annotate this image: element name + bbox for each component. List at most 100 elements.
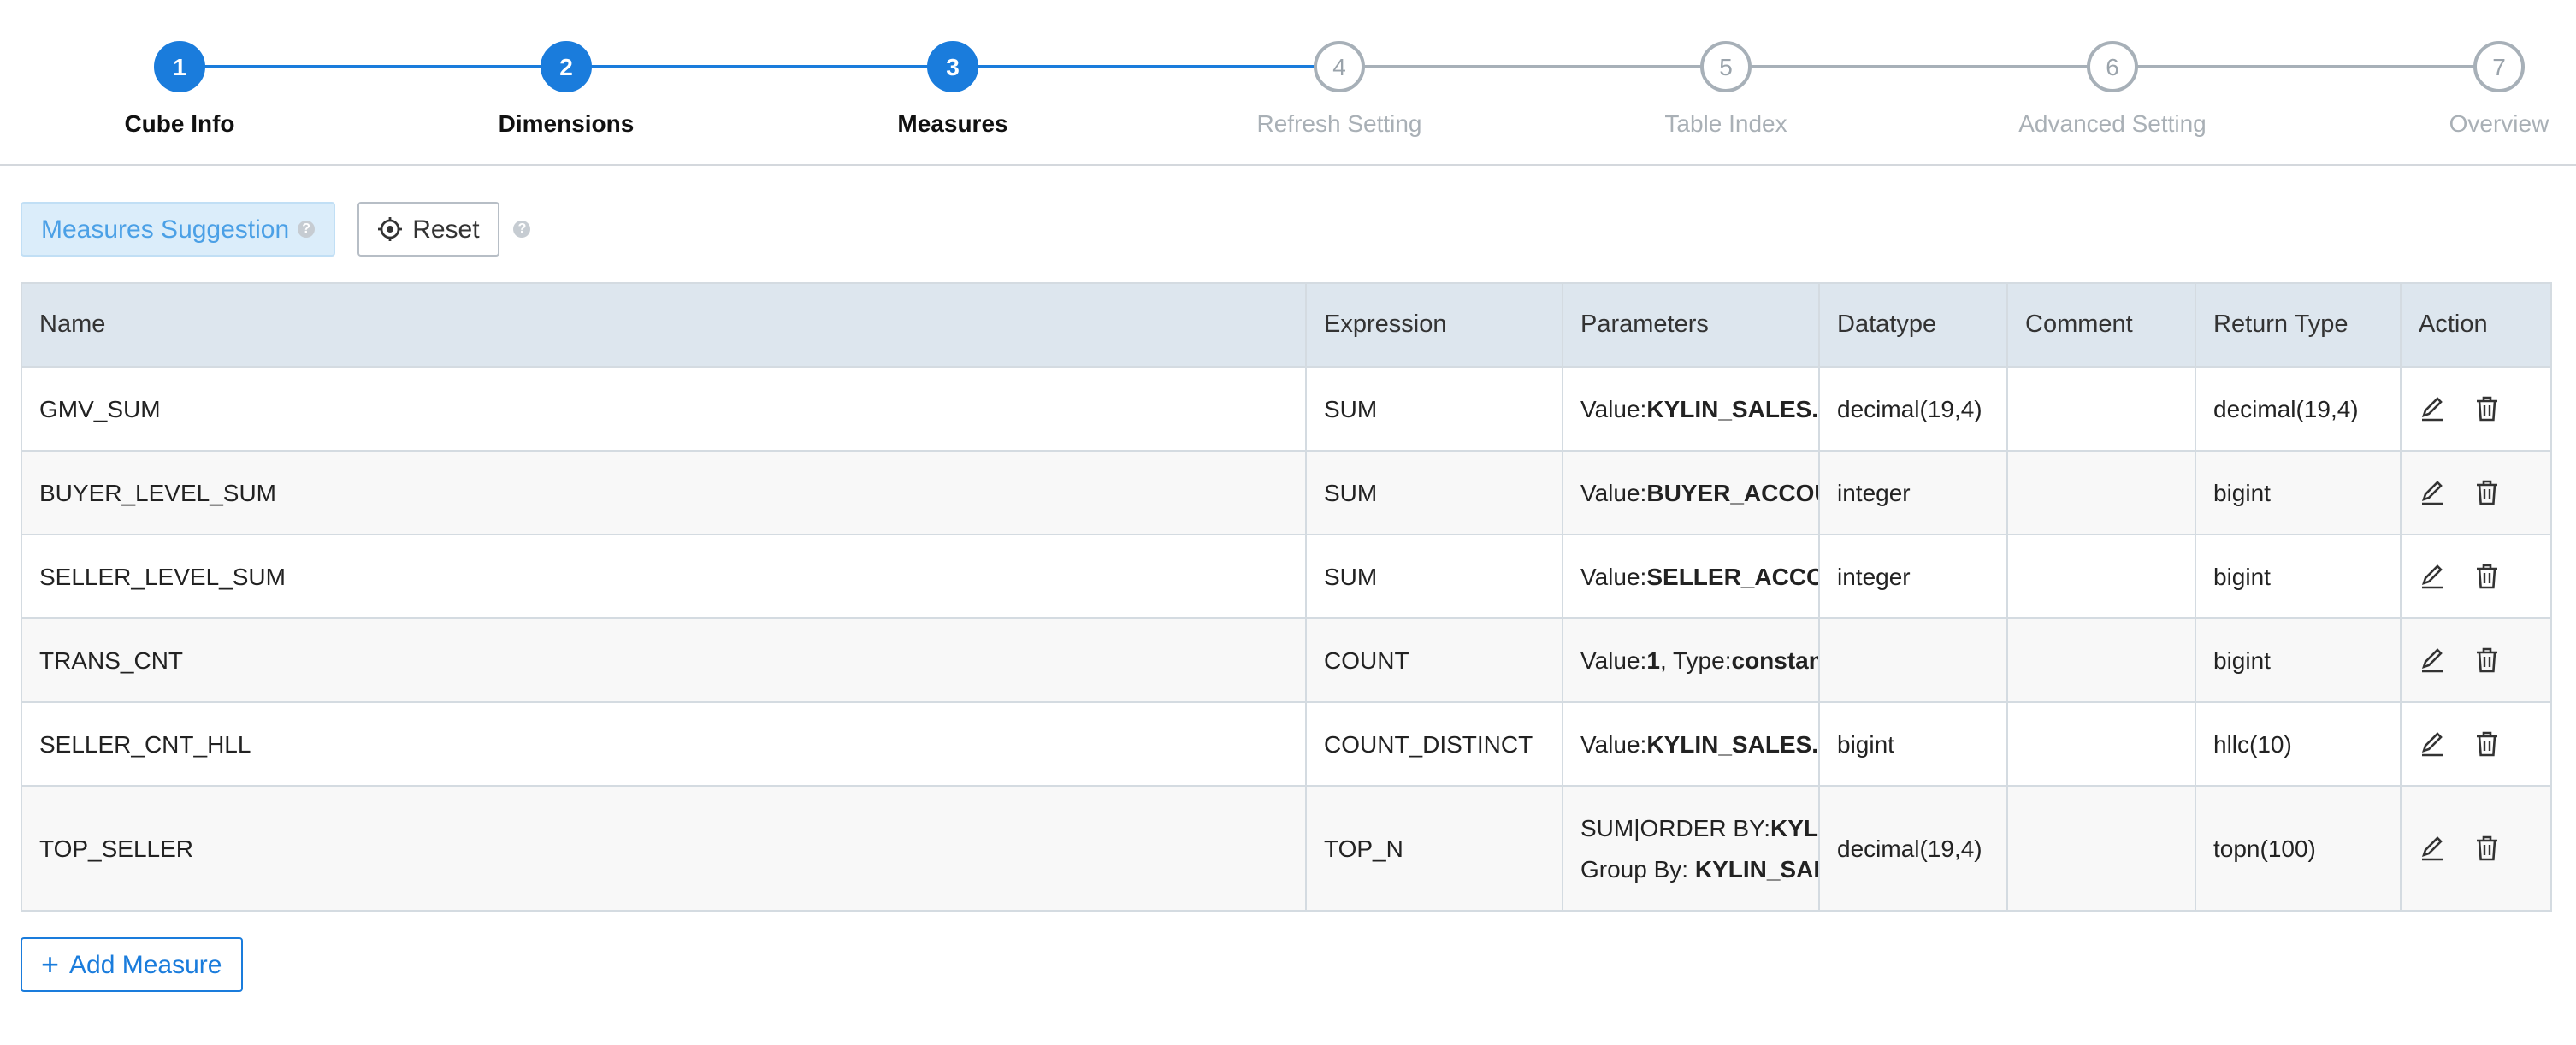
- delete-icon[interactable]: [2473, 479, 2501, 506]
- reset-button[interactable]: Reset: [357, 202, 500, 257]
- step-label: Dimensions: [498, 109, 635, 137]
- cell-action: [2400, 701, 2552, 787]
- delete-icon[interactable]: [2473, 646, 2501, 674]
- param-prefix: Value:: [1580, 646, 1647, 674]
- help-icon[interactable]: ?: [513, 221, 531, 238]
- add-measure-button[interactable]: + Add Measure: [21, 937, 243, 992]
- edit-icon[interactable]: [2419, 395, 2446, 422]
- help-icon[interactable]: ?: [298, 221, 316, 238]
- cell-name: TOP_SELLER: [21, 785, 1307, 912]
- step-number: 3: [927, 41, 978, 92]
- column-header-return-type[interactable]: Return Type: [2195, 282, 2402, 368]
- delete-icon[interactable]: [2473, 835, 2501, 862]
- cube-designer: 1 Cube Info 2 Dimensions 3 Measures 4 Re…: [0, 0, 2576, 1045]
- step-label: Overview: [2449, 109, 2549, 137]
- reset-icon: [378, 217, 403, 241]
- step-label: Table Index: [1664, 109, 1787, 137]
- step-label: Measures: [897, 109, 1008, 137]
- cell-action: [2400, 785, 2552, 912]
- column-header-datatype[interactable]: Datatype: [1818, 282, 2008, 368]
- delete-icon[interactable]: [2473, 563, 2501, 590]
- column-header-action: Action: [2400, 282, 2552, 368]
- cell-expression: SUM: [1305, 366, 1563, 452]
- cell-expression: SUM: [1305, 534, 1563, 619]
- param-value: BUYER_ACCOUNT.ACCOUNT_BUYER_LEVEL: [1646, 479, 1817, 506]
- cell-name: GMV_SUM: [21, 366, 1307, 452]
- reset-label: Reset: [412, 215, 480, 244]
- cell-comment: [2006, 534, 2196, 619]
- cell-expression: SUM: [1305, 450, 1563, 535]
- cell-return-type: hllc(10): [2195, 701, 2402, 787]
- cell-action: [2400, 534, 2552, 619]
- add-measure-label: Add Measure: [69, 950, 222, 979]
- edit-icon[interactable]: [2419, 563, 2446, 590]
- param-group-prefix: Group By:: [1580, 855, 1695, 883]
- cell-datatype: integer: [1818, 534, 2008, 619]
- table-row: BUYER_LEVEL_SUM SUM Value:BUYER_ACCOUNT.…: [21, 450, 2552, 535]
- edit-icon[interactable]: [2419, 730, 2446, 758]
- param-value: KYLIN_SALES.PRICE: [1770, 814, 1818, 841]
- cell-datatype: integer: [1818, 450, 2008, 535]
- step-number: 7: [2473, 41, 2525, 92]
- delete-icon[interactable]: [2473, 730, 2501, 758]
- cell-action: [2400, 450, 2552, 535]
- param-value: KYLIN_SALES.PRICE: [1646, 395, 1819, 422]
- measures-suggestion-label: Measures Suggestion: [41, 215, 290, 244]
- cell-name: TRANS_CNT: [21, 617, 1307, 703]
- cell-name: BUYER_LEVEL_SUM: [21, 450, 1307, 535]
- param-value: 1: [1646, 646, 1660, 674]
- measures-table: Name Expression Parameters Datatype Comm…: [21, 282, 2552, 912]
- cell-expression: TOP_N: [1305, 785, 1563, 912]
- cell-datatype: bigint: [1818, 701, 2008, 787]
- cell-action: [2400, 366, 2552, 452]
- cell-expression: COUNT_DISTINCT: [1305, 701, 1563, 787]
- cell-return-type: bigint: [2195, 534, 2402, 619]
- cell-parameters: Value:KYLIN_SALES.SELLER_ID: [1562, 701, 1820, 787]
- cell-parameters: Value:1, Type:constant: [1562, 617, 1820, 703]
- param-prefix: Value:: [1580, 479, 1647, 506]
- plus-icon: +: [41, 948, 60, 982]
- cell-parameters: Value:KYLIN_SALES.PRICE: [1562, 366, 1820, 452]
- step-number: 1: [154, 41, 205, 92]
- cell-parameters: SUM|ORDER BY:KYLIN_SALES.PRICE Group By:…: [1562, 785, 1820, 912]
- table-header-row: Name Expression Parameters Datatype Comm…: [21, 282, 2552, 368]
- cell-parameters: Value:BUYER_ACCOUNT.ACCOUNT_BUYER_LEVEL: [1562, 450, 1820, 535]
- delete-icon[interactable]: [2473, 395, 2501, 422]
- param-separator: , Type:: [1659, 646, 1732, 674]
- table-row: SELLER_LEVEL_SUM SUM Value:SELLER_ACCOUN…: [21, 534, 2552, 619]
- param-line: Group By: KYLIN_SALES.SELLER_ID: [1580, 848, 1817, 889]
- param-prefix: Value:: [1580, 563, 1647, 590]
- cell-datatype: decimal(19,4): [1818, 785, 2008, 912]
- step-label: Cube Info: [124, 109, 235, 137]
- cell-name: SELLER_CNT_HLL: [21, 701, 1307, 787]
- measures-table-container: Name Expression Parameters Datatype Comm…: [21, 282, 2552, 912]
- param-prefix: SUM|ORDER BY:: [1580, 814, 1770, 841]
- cell-expression: COUNT: [1305, 617, 1563, 703]
- step-number: 6: [2087, 41, 2138, 92]
- step-number: 2: [541, 41, 592, 92]
- measures-toolbar: Measures Suggestion ? Reset ?: [21, 200, 531, 258]
- column-header-parameters[interactable]: Parameters: [1562, 282, 1820, 368]
- cell-comment: [2006, 450, 2196, 535]
- step-label: Refresh Setting: [1256, 109, 1422, 137]
- edit-icon[interactable]: [2419, 835, 2446, 862]
- column-header-name[interactable]: Name: [21, 282, 1307, 368]
- table-row: SELLER_CNT_HLL COUNT_DISTINCT Value:KYLI…: [21, 701, 2552, 787]
- cell-datatype: [1818, 617, 2008, 703]
- edit-icon[interactable]: [2419, 646, 2446, 674]
- wizard-stepper: 1 Cube Info 2 Dimensions 3 Measures 4 Re…: [0, 0, 2576, 166]
- cell-action: [2400, 617, 2552, 703]
- cell-return-type: bigint: [2195, 617, 2402, 703]
- column-header-expression[interactable]: Expression: [1305, 282, 1563, 368]
- cell-comment: [2006, 785, 2196, 912]
- measures-suggestion-button[interactable]: Measures Suggestion ?: [21, 202, 336, 257]
- cell-comment: [2006, 617, 2196, 703]
- cell-datatype: decimal(19,4): [1818, 366, 2008, 452]
- cell-return-type: bigint: [2195, 450, 2402, 535]
- column-header-comment[interactable]: Comment: [2006, 282, 2196, 368]
- table-row: GMV_SUM SUM Value:KYLIN_SALES.PRICE deci…: [21, 366, 2552, 452]
- param-prefix: Value:: [1580, 730, 1647, 758]
- edit-icon[interactable]: [2419, 479, 2446, 506]
- cell-comment: [2006, 701, 2196, 787]
- cell-comment: [2006, 366, 2196, 452]
